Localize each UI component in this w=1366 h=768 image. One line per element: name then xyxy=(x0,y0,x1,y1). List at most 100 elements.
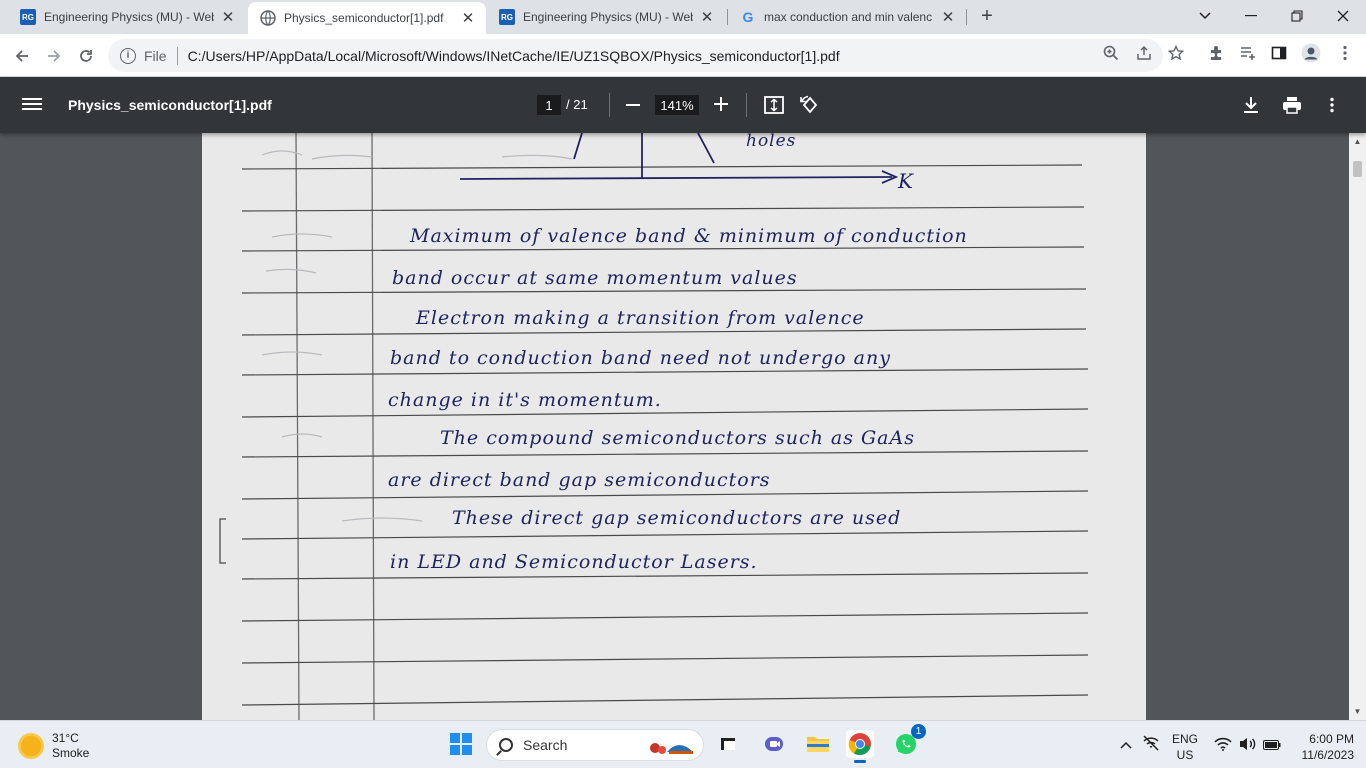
url-text[interactable]: C:/Users/HP/AppData/Local/Microsoft/Wind… xyxy=(188,48,840,64)
text-line-5: change in it's momentum. xyxy=(388,389,662,411)
tab-engineering-physics-2[interactable]: RG Engineering Physics (MU) - Web ✕ xyxy=(487,0,725,34)
text-line-6: The compound semiconductors such as GaAs xyxy=(440,427,915,449)
tab-title: max conduction and min valenc xyxy=(764,10,933,24)
task-view-icon[interactable] xyxy=(714,730,742,758)
text-line-9: in LED and Semiconductor Lasers. xyxy=(390,551,758,573)
profile-avatar-icon[interactable] xyxy=(1300,42,1322,64)
zoom-in-button[interactable] xyxy=(711,93,731,115)
plus-icon xyxy=(714,97,728,111)
tab-engineering-physics-1[interactable]: RG Engineering Physics (MU) - Web ✕ xyxy=(8,0,246,34)
clock-date: 11/6/2023 xyxy=(1301,748,1355,762)
toolbar-divider xyxy=(609,93,610,117)
language-primary: ENG xyxy=(1172,732,1199,746)
new-tab-button[interactable]: + xyxy=(976,5,998,27)
pdf-viewer[interactable]: holes K Maximum of valence band & minimu… xyxy=(0,133,1366,720)
tab-title: Physics_semiconductor[1].pdf xyxy=(284,11,444,25)
reload-button[interactable] xyxy=(72,42,100,70)
print-icon[interactable] xyxy=(1280,93,1304,117)
chrome-taskbar-icon[interactable] xyxy=(846,730,874,763)
researchgate-icon: RG xyxy=(20,9,36,25)
bookmark-star-icon[interactable] xyxy=(1165,42,1187,64)
notification-badge: 1 xyxy=(911,724,926,739)
close-icon[interactable]: ✕ xyxy=(940,9,956,26)
whatsapp-icon[interactable]: 1 xyxy=(892,724,926,758)
side-panel-icon[interactable] xyxy=(1268,42,1290,64)
tab-search-button[interactable] xyxy=(1182,0,1228,32)
minus-icon xyxy=(626,104,640,106)
minimize-button[interactable] xyxy=(1228,0,1274,32)
taskbar-search[interactable]: Search xyxy=(486,729,704,761)
page-number-input[interactable]: 1 xyxy=(537,95,561,115)
search-label: Search xyxy=(523,737,568,753)
restore-button[interactable] xyxy=(1274,0,1320,32)
scroll-up-arrow-icon[interactable]: ▲ xyxy=(1349,133,1366,150)
scheme-label: File xyxy=(144,47,167,64)
scroll-down-arrow-icon[interactable]: ▼ xyxy=(1349,703,1366,720)
close-icon[interactable]: ✕ xyxy=(220,9,236,26)
more-options-icon[interactable] xyxy=(1334,42,1356,64)
pdf-file-title: Physics_semiconductor[1].pdf xyxy=(68,97,272,113)
info-icon[interactable]: i xyxy=(120,47,136,64)
tab-title: Engineering Physics (MU) - Web xyxy=(44,10,214,24)
zoom-input[interactable]: 141% xyxy=(655,95,699,115)
globe-icon xyxy=(260,10,276,26)
clock-time: 6:00 PM xyxy=(1309,732,1354,746)
battery-icon[interactable] xyxy=(1263,738,1281,754)
page-total: / 21 xyxy=(566,97,588,112)
pdf-toolbar: Physics_semiconductor[1].pdf 1 / 21 141% xyxy=(0,77,1366,133)
clock[interactable]: 6:00 PM 11/6/2023 xyxy=(1292,731,1355,763)
pdf-page: holes K Maximum of valence band & minimu… xyxy=(202,133,1146,720)
restore-icon xyxy=(1291,10,1303,22)
extensions-icon[interactable] xyxy=(1205,42,1227,64)
teams-chat-icon[interactable] xyxy=(760,730,788,758)
vertical-scrollbar[interactable]: ▲ ▼ xyxy=(1349,133,1366,720)
share-icon[interactable] xyxy=(1133,42,1155,64)
weather-condition: Smoke xyxy=(52,746,90,760)
forward-button[interactable] xyxy=(40,42,68,70)
language-secondary: US xyxy=(1176,748,1194,762)
text-line-1: Maximum of valence band & minimum of con… xyxy=(410,225,968,247)
show-hidden-icons-chevron-up-icon[interactable] xyxy=(1120,737,1132,753)
file-explorer-icon[interactable] xyxy=(804,730,832,758)
fit-to-page-icon[interactable] xyxy=(762,93,786,117)
tab-physics-semiconductor-pdf[interactable]: Physics_semiconductor[1].pdf ✕ xyxy=(248,2,486,34)
text-line-4: band to conduction band need not undergo… xyxy=(390,347,891,369)
wifi-icon[interactable] xyxy=(1214,737,1232,755)
address-bar[interactable]: i File C:/Users/HP/AppData/Local/Microso… xyxy=(108,39,1163,72)
network-off-icon[interactable] xyxy=(1142,735,1160,755)
tab-google-search[interactable]: G max conduction and min valenc ✕ xyxy=(728,0,966,34)
close-window-button[interactable] xyxy=(1320,0,1366,32)
toolbar-divider xyxy=(746,93,747,117)
weather-temperature: 31°C xyxy=(52,731,79,745)
rotate-icon[interactable] xyxy=(798,93,822,117)
browser-toolbar: i File C:/Users/HP/AppData/Local/Microso… xyxy=(0,34,1366,77)
reading-list-icon[interactable] xyxy=(1237,42,1259,64)
scroll-thumb[interactable] xyxy=(1353,161,1362,177)
tab-title: Engineering Physics (MU) - Web xyxy=(523,10,693,24)
zoom-out-button[interactable] xyxy=(624,95,642,115)
active-app-indicator xyxy=(854,760,866,763)
zoom-icon[interactable] xyxy=(1100,42,1122,64)
text-line-3: Electron making a transition from valenc… xyxy=(416,307,865,329)
sun-haze-icon xyxy=(18,733,44,759)
close-icon[interactable]: ✕ xyxy=(699,9,715,26)
chevron-down-icon xyxy=(1199,12,1211,20)
tab-separator xyxy=(966,9,967,25)
weather-widget[interactable]: 31°C Smoke xyxy=(18,731,89,761)
address-divider xyxy=(176,46,178,65)
windows-start-icon[interactable] xyxy=(450,733,472,755)
close-icon[interactable]: ✕ xyxy=(460,10,476,27)
text-line-8: These direct gap semiconductors are used xyxy=(452,507,902,529)
text-line-7: are direct band gap semiconductors xyxy=(388,469,771,491)
download-icon[interactable] xyxy=(1239,93,1263,117)
menu-icon[interactable] xyxy=(22,95,42,115)
label-k: K xyxy=(898,169,914,193)
forward-arrow-icon xyxy=(48,50,61,62)
language-indicator[interactable]: ENG US xyxy=(1172,731,1198,763)
back-button[interactable] xyxy=(8,42,36,70)
volume-icon[interactable] xyxy=(1238,736,1258,756)
researchgate-icon: RG xyxy=(499,9,515,25)
search-highlight-icon xyxy=(645,734,697,761)
reload-icon xyxy=(80,50,92,62)
more-actions-icon[interactable] xyxy=(1320,93,1344,117)
